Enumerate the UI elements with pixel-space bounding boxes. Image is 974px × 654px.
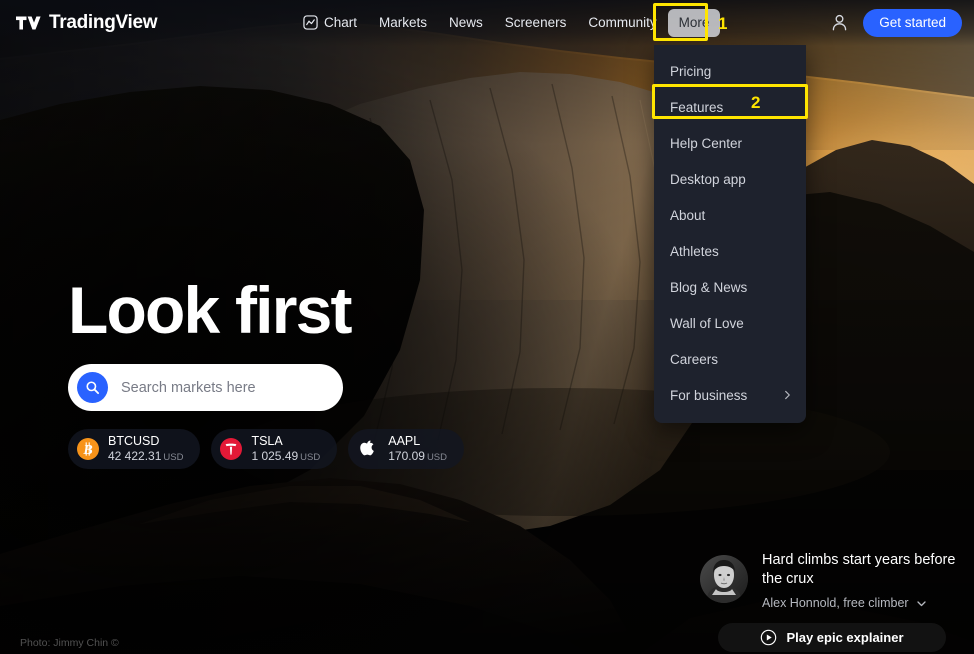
nav-item-screeners[interactable]: Screeners <box>494 9 578 37</box>
page-title: Look first <box>68 273 352 347</box>
ticker-currency: USD <box>426 451 447 463</box>
menu-item-desktop-app[interactable]: Desktop app <box>654 161 806 197</box>
menu-item-blog-and-news[interactable]: Blog & News <box>654 269 806 305</box>
testimonial-quote: Hard climbs start years before the crux <box>762 551 956 587</box>
tradingview-logo[interactable]: TradingView <box>16 12 158 33</box>
nav-label-news: News <box>449 15 483 30</box>
menu-label-desktop-app: Desktop app <box>670 171 746 187</box>
menu-label-for-business: For business <box>670 387 748 403</box>
ticker-text-aapl: AAPL 170.09 USD <box>388 434 447 463</box>
ticker-price-value: 1 025.49 <box>251 448 299 463</box>
avatar <box>700 554 748 603</box>
menu-item-wall-of-love[interactable]: Wall of Love <box>654 305 806 341</box>
menu-item-pricing[interactable]: Pricing <box>654 53 806 89</box>
nav-label-more: More <box>678 15 710 30</box>
more-dropdown-menu: Pricing Features Help Center Desktop app… <box>654 45 806 423</box>
menu-label-help-center: Help Center <box>670 135 743 151</box>
search-icon <box>86 381 100 395</box>
tradingview-logo-icon <box>16 16 41 29</box>
ticker-symbol: BTCUSD <box>108 434 160 449</box>
chart-icon <box>303 15 318 30</box>
ticker-price: 1 025.49 USD <box>251 448 321 464</box>
nav-label-screeners: Screeners <box>504 15 567 30</box>
ticker-chip-btcusd[interactable]: B BTCUSD 42 422.31 USD <box>68 429 201 469</box>
ticker-symbol: AAPL <box>388 434 421 449</box>
testimonial-attribution-row[interactable]: Alex Honnold, free climber <box>762 596 960 610</box>
photo-credit: Photo: Jimmy Chin © <box>20 637 119 649</box>
menu-label-features: Features <box>670 99 724 115</box>
testimonial-text-block: Hard climbs start years before the crux … <box>762 549 960 610</box>
testimonial-card: Hard climbs start years before the crux … <box>700 549 960 610</box>
logo-wordmark: TradingView <box>49 12 158 33</box>
menu-item-for-business[interactable]: For business <box>654 377 806 413</box>
play-circle-icon <box>761 629 777 646</box>
menu-label-about: About <box>670 207 706 223</box>
menu-item-help-center[interactable]: Help Center <box>654 125 806 161</box>
nav-label-chart: Chart <box>324 15 358 30</box>
ticker-price: 42 422.31 USD <box>108 448 184 464</box>
ticker-text-tsla: TSLA 1 025.49 USD <box>251 434 320 463</box>
avatar-portrait <box>700 554 748 603</box>
play-explainer-button[interactable]: Play epic explainer <box>718 623 946 652</box>
nav-item-more[interactable]: More <box>667 8 721 37</box>
chevron-right-icon <box>785 390 790 400</box>
menu-label-athletes: Athletes <box>670 243 719 259</box>
search-input[interactable] <box>121 379 326 396</box>
nav-item-chart[interactable]: Chart <box>292 9 368 37</box>
menu-label-careers: Careers <box>670 351 719 367</box>
ticker-chip-tsla[interactable]: TSLA 1 025.49 USD <box>211 429 338 469</box>
nav-item-markets[interactable]: Markets <box>368 9 438 37</box>
primary-nav: Chart Markets News Screeners Community M… <box>292 0 721 45</box>
nav-label-community: Community <box>588 15 657 30</box>
menu-item-about[interactable]: About <box>654 197 806 233</box>
ticker-currency: USD <box>163 451 184 463</box>
market-search-bar[interactable] <box>68 364 343 411</box>
tradingview-landing-page: TradingView Chart Markets News Screeners… <box>0 0 974 654</box>
svg-text:B: B <box>82 443 92 458</box>
ticker-price: 170.09 USD <box>388 448 447 464</box>
chevron-down-icon[interactable] <box>916 598 927 609</box>
site-header: TradingView Chart Markets News Screeners… <box>0 0 974 45</box>
search-icon-circle <box>77 372 108 403</box>
play-explainer-label: Play epic explainer <box>786 630 904 645</box>
ticker-currency: USD <box>300 451 321 463</box>
ticker-chip-list: B BTCUSD 42 422.31USD TSLA 1 025.49USD <box>68 429 464 469</box>
menu-label-wall-of-love: Wall of Love <box>670 315 744 331</box>
menu-label-blog-and-news: Blog & News <box>670 279 748 295</box>
get-started-button[interactable]: Get started <box>863 8 962 37</box>
header-actions: Get started <box>830 0 962 45</box>
nav-label-markets: Markets <box>379 15 428 30</box>
ticker-symbol: TSLA <box>251 434 283 449</box>
ticker-price-value: 42 422.31 <box>108 448 162 463</box>
apple-icon <box>357 438 379 460</box>
user-account-icon[interactable] <box>830 13 849 32</box>
menu-item-features[interactable]: Features <box>654 89 806 125</box>
nav-item-community[interactable]: Community <box>577 9 667 37</box>
ticker-text-btcusd: BTCUSD 42 422.31 USD <box>108 434 183 463</box>
nav-item-news[interactable]: News <box>438 9 494 37</box>
ticker-price-value: 170.09 <box>388 448 425 463</box>
testimonial-attribution: Alex Honnold, free climber <box>762 596 909 610</box>
bitcoin-icon: B <box>77 438 99 460</box>
tesla-icon <box>220 438 243 460</box>
menu-label-pricing: Pricing <box>670 63 712 79</box>
ticker-chip-aapl[interactable]: AAPL 170.09 USD <box>348 429 464 469</box>
menu-item-athletes[interactable]: Athletes <box>654 233 806 269</box>
menu-item-careers[interactable]: Careers <box>654 341 806 377</box>
